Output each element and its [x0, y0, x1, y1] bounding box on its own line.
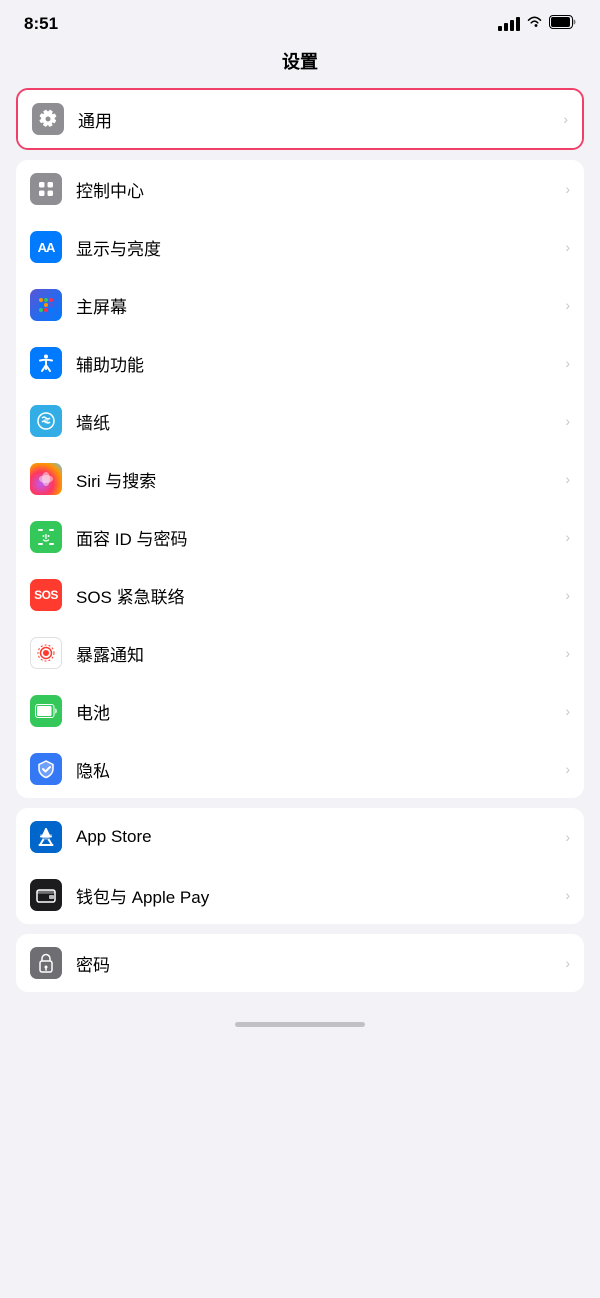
- exposure-label: 暴露通知: [76, 641, 559, 666]
- sos-chevron: ›: [565, 587, 570, 603]
- sos-row[interactable]: SOS SOS 紧急联络 ›: [16, 566, 584, 624]
- privacy-chevron: ›: [565, 761, 570, 777]
- password-section: 密码 ›: [16, 934, 584, 992]
- home-indicator: [0, 1002, 600, 1040]
- general-chevron: ›: [563, 111, 568, 127]
- siri-chevron: ›: [565, 471, 570, 487]
- control-center-icon: [30, 173, 62, 205]
- faceid-chevron: ›: [565, 529, 570, 545]
- wallpaper-chevron: ›: [565, 413, 570, 429]
- siri-icon: [30, 463, 62, 495]
- general-section: 通用 ›: [16, 88, 584, 150]
- homescreen-row[interactable]: 主屏幕 ›: [16, 276, 584, 334]
- faceid-row[interactable]: 面容 ID 与密码 ›: [16, 508, 584, 566]
- homescreen-label: 主屏幕: [76, 293, 559, 318]
- accessibility-label: 辅助功能: [76, 351, 559, 376]
- homescreen-icon: [30, 289, 62, 321]
- wallet-label: 钱包与 Apple Pay: [76, 883, 559, 908]
- wallpaper-icon: [30, 405, 62, 437]
- appstore-chevron: ›: [565, 829, 570, 845]
- appstore-row[interactable]: App Store ›: [16, 808, 584, 866]
- home-indicator-bar: [235, 1022, 365, 1027]
- general-label: 通用: [78, 107, 557, 132]
- store-section: App Store › 钱包与 Apple Pay ›: [16, 808, 584, 924]
- page-title: 设置: [0, 42, 600, 88]
- gear-icon: [32, 103, 64, 135]
- display-chevron: ›: [565, 239, 570, 255]
- battery-icon: [549, 15, 576, 34]
- control-center-chevron: ›: [565, 181, 570, 197]
- wallet-row[interactable]: 钱包与 Apple Pay ›: [16, 866, 584, 924]
- passwords-icon: [30, 947, 62, 979]
- display-icon: AA: [30, 231, 62, 263]
- faceid-icon: [30, 521, 62, 553]
- homescreen-chevron: ›: [565, 297, 570, 313]
- status-bar: 8:51: [0, 0, 600, 42]
- passwords-chevron: ›: [565, 955, 570, 971]
- wallet-chevron: ›: [565, 887, 570, 903]
- appstore-label: App Store: [76, 827, 559, 847]
- display-label: 显示与亮度: [76, 235, 559, 260]
- signal-icon: [498, 17, 520, 31]
- exposure-row[interactable]: 暴露通知 ›: [16, 624, 584, 682]
- wifi-icon: [526, 15, 543, 33]
- passwords-row[interactable]: 密码 ›: [16, 934, 584, 992]
- wallpaper-label: 墙纸: [76, 409, 559, 434]
- status-icons: [498, 15, 576, 34]
- wallpaper-row[interactable]: 墙纸 ›: [16, 392, 584, 450]
- faceid-label: 面容 ID 与密码: [76, 525, 559, 550]
- siri-label: Siri 与搜索: [76, 467, 559, 492]
- battery-row[interactable]: 电池 ›: [16, 682, 584, 740]
- wallet-icon: [30, 879, 62, 911]
- privacy-row[interactable]: 隐私 ›: [16, 740, 584, 798]
- accessibility-row[interactable]: 辅助功能 ›: [16, 334, 584, 392]
- appstore-icon: [30, 821, 62, 853]
- exposure-chevron: ›: [565, 645, 570, 661]
- privacy-icon: [30, 753, 62, 785]
- battery-chevron: ›: [565, 703, 570, 719]
- sos-label: SOS 紧急联络: [76, 583, 559, 608]
- battery-row-icon: [30, 695, 62, 727]
- exposure-icon: [30, 637, 62, 669]
- accessibility-icon: [30, 347, 62, 379]
- siri-row[interactable]: Siri 与搜索 ›: [16, 450, 584, 508]
- display-section: 控制中心 › AA 显示与亮度 › 主屏幕 ›: [16, 160, 584, 798]
- sos-icon: SOS: [30, 579, 62, 611]
- control-center-label: 控制中心: [76, 177, 559, 202]
- general-row[interactable]: 通用 ›: [18, 90, 582, 148]
- control-center-row[interactable]: 控制中心 ›: [16, 160, 584, 218]
- battery-label: 电池: [76, 699, 559, 724]
- passwords-label: 密码: [76, 951, 559, 976]
- privacy-label: 隐私: [76, 757, 559, 782]
- display-row[interactable]: AA 显示与亮度 ›: [16, 218, 584, 276]
- accessibility-chevron: ›: [565, 355, 570, 371]
- status-time: 8:51: [24, 14, 58, 34]
